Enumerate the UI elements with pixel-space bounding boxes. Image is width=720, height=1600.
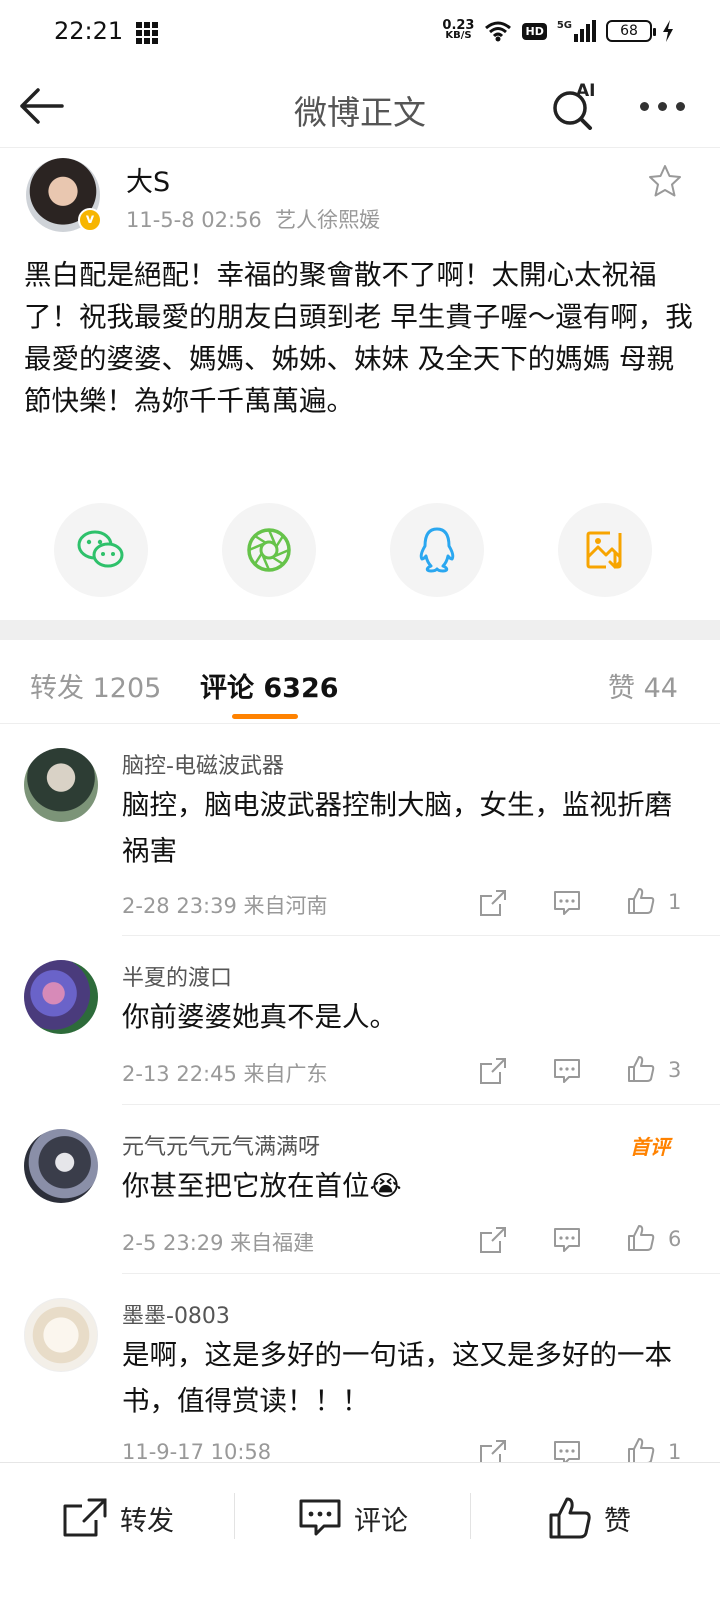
comment-meta: 11-9-17 10:58 (122, 1440, 272, 1464)
first-comment-badge: 首评 (630, 1135, 670, 1159)
charging-icon (663, 20, 673, 42)
repost-comment-icon[interactable] (478, 1056, 508, 1086)
comment-meta: 2-28 23:39 来自河南 (122, 894, 328, 918)
status-bar: 22:21 0.23 KB/S HD 5G 68 (0, 0, 720, 64)
favorite-star-icon[interactable] (648, 164, 682, 198)
commenter-avatar[interactable] (24, 1129, 98, 1203)
comment-text: 你甚至把它放在首位😭 (122, 1170, 402, 1202)
comment-divider (122, 935, 720, 936)
app-grid-icon (136, 22, 158, 44)
repost-button[interactable]: 转发 (62, 1493, 174, 1543)
commenter-name[interactable]: 元气元气元气满满呀 (122, 1129, 320, 1161)
comment-meta: 2-13 22:45 来自广东 (122, 1062, 328, 1086)
bottom-action-bar: 转发 评论 赞 (0, 1462, 720, 1600)
reply-icon[interactable] (552, 1056, 582, 1086)
comment-text: 脑控，脑电波武器控制大脑，女生，监视折磨祸害 (122, 789, 672, 867)
bottom-divider (234, 1493, 235, 1539)
post-meta: 11-5-8 02:56 艺人徐熙媛 (126, 204, 380, 234)
post-source: 艺人徐熙媛 (275, 208, 381, 232)
moments-icon (247, 528, 291, 572)
post-date: 11-5-8 02:56 (126, 208, 262, 232)
page-title: 微博正文 (294, 93, 426, 132)
like-icon (549, 1497, 591, 1539)
like-thumb-icon[interactable] (626, 1223, 656, 1253)
like-count: 3 (668, 1058, 682, 1082)
share-row (0, 503, 720, 597)
comment-divider (122, 1104, 720, 1105)
wifi-icon (485, 21, 512, 42)
bottom-divider (470, 1493, 471, 1539)
reply-icon[interactable] (552, 1225, 582, 1255)
svg-text:AI: AI (576, 81, 595, 101)
section-divider (0, 620, 720, 640)
save-image-icon (586, 531, 622, 569)
author-name[interactable]: 大S (126, 160, 170, 199)
tab-like[interactable]: 赞 44 (608, 666, 678, 705)
share-wechat-button[interactable] (54, 503, 148, 597)
repost-comment-icon[interactable] (478, 888, 508, 918)
like-thumb-icon[interactable] (626, 886, 656, 916)
commenter-avatar[interactable] (24, 748, 98, 822)
battery-icon: 68 (606, 20, 656, 42)
tab-comment[interactable]: 评论 6326 (200, 666, 339, 705)
comment-divider (122, 1273, 720, 1274)
like-thumb-icon[interactable] (626, 1054, 656, 1084)
status-time: 22:21 (54, 17, 124, 45)
wechat-icon (77, 530, 124, 568)
signal-icon: 5G (557, 20, 596, 42)
comment-text: 是啊，这是多好的一句话，这又是多好的一本书，值得赏读！！！ (122, 1339, 672, 1417)
verified-badge-icon: v (78, 208, 102, 232)
post-content: 黑白配是絕配！幸福的聚會散不了啊！太開心太祝福了！祝我最愛的朋友白頭到老 早生貴… (24, 259, 693, 417)
like-count: 1 (668, 1440, 682, 1464)
like-count: 6 (668, 1227, 682, 1251)
nav-bar: 微博正文 AI (0, 64, 720, 148)
like-count: 1 (668, 890, 682, 914)
commenter-avatar[interactable] (24, 960, 98, 1034)
tab-active-indicator (232, 714, 298, 719)
commenter-name[interactable]: 墨墨-0803 (122, 1298, 230, 1330)
share-qq-button[interactable] (390, 503, 484, 597)
net-speed: 0.23 KB/S (442, 18, 475, 41)
ai-search-icon[interactable]: AI (550, 80, 600, 130)
post-header: v 大S 11-5-8 02:56 艺人徐熙媛 (0, 150, 720, 240)
like-button[interactable]: 赞 (548, 1493, 631, 1543)
share-moments-button[interactable] (222, 503, 316, 597)
commenter-avatar[interactable] (24, 1298, 98, 1372)
repost-comment-icon[interactable] (478, 1225, 508, 1255)
commenter-name[interactable]: 脑控-电磁波武器 (122, 748, 284, 780)
commenter-name[interactable]: 半夏的渡口 (122, 960, 232, 992)
repost-icon (63, 1498, 107, 1537)
comment-text: 你前婆婆她真不是人。 (122, 1001, 397, 1033)
repost-label: 转发 (120, 1505, 174, 1537)
hd-badge: HD (522, 22, 547, 40)
like-label: 赞 (604, 1505, 631, 1537)
comment-button[interactable]: 评论 (298, 1493, 408, 1543)
tab-repost[interactable]: 转发 1205 (30, 666, 161, 705)
comment-label: 评论 (354, 1505, 408, 1537)
save-image-button[interactable] (558, 503, 652, 597)
comment-meta: 2-5 23:29 来自福建 (122, 1231, 315, 1255)
comment-icon (299, 1499, 341, 1536)
more-options-icon[interactable] (640, 102, 685, 111)
tab-bar: 转发 1205 评论 6326 赞 44 (0, 640, 720, 724)
qq-icon (419, 527, 455, 573)
reply-icon[interactable] (552, 888, 582, 918)
